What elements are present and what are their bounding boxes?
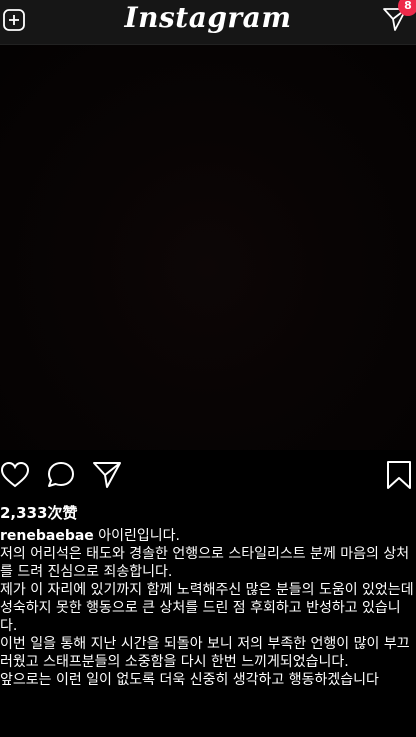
caption-paragraph: 앞으로는 이런 일이 없도록 더욱 신중히 생각하고 행동하겠습니다 bbox=[0, 672, 379, 688]
bookmark-icon[interactable] bbox=[384, 460, 414, 490]
caption-username[interactable]: renebaebae bbox=[0, 528, 94, 544]
post-actions bbox=[0, 460, 416, 494]
share-icon[interactable] bbox=[92, 460, 122, 490]
caption-first-line: renebaebae 아이린입니다. bbox=[0, 527, 416, 545]
caption-paragraph: 이번 일을 통해 지난 시간을 되돌아 보니 저의 부족한 언행이 많이 부끄러… bbox=[0, 636, 410, 670]
caption-paragraph: 제가 이 자리에 있기까지 함께 노력해주신 많은 분들의 도움이 있었는데 성… bbox=[0, 582, 414, 634]
post-caption: renebaebae 아이린입니다. 저의 어리석은 태도와 경솔한 언행으로 … bbox=[0, 527, 416, 689]
notification-badge: 8 bbox=[398, 0, 416, 16]
like-count[interactable]: 2,333次赞 bbox=[0, 502, 77, 523]
caption-intro: 아이린입니다. bbox=[98, 528, 180, 544]
heart-icon[interactable] bbox=[0, 460, 30, 490]
post-image[interactable] bbox=[0, 45, 416, 450]
comment-icon[interactable] bbox=[46, 460, 76, 490]
caption-paragraph: 저의 어리석은 태도와 경솔한 언행으로 스타일리스트 분께 마음의 상처를 드… bbox=[0, 546, 410, 580]
app-logo: Instagram bbox=[124, 1, 292, 34]
top-bar: Instagram 8 bbox=[0, 0, 416, 45]
